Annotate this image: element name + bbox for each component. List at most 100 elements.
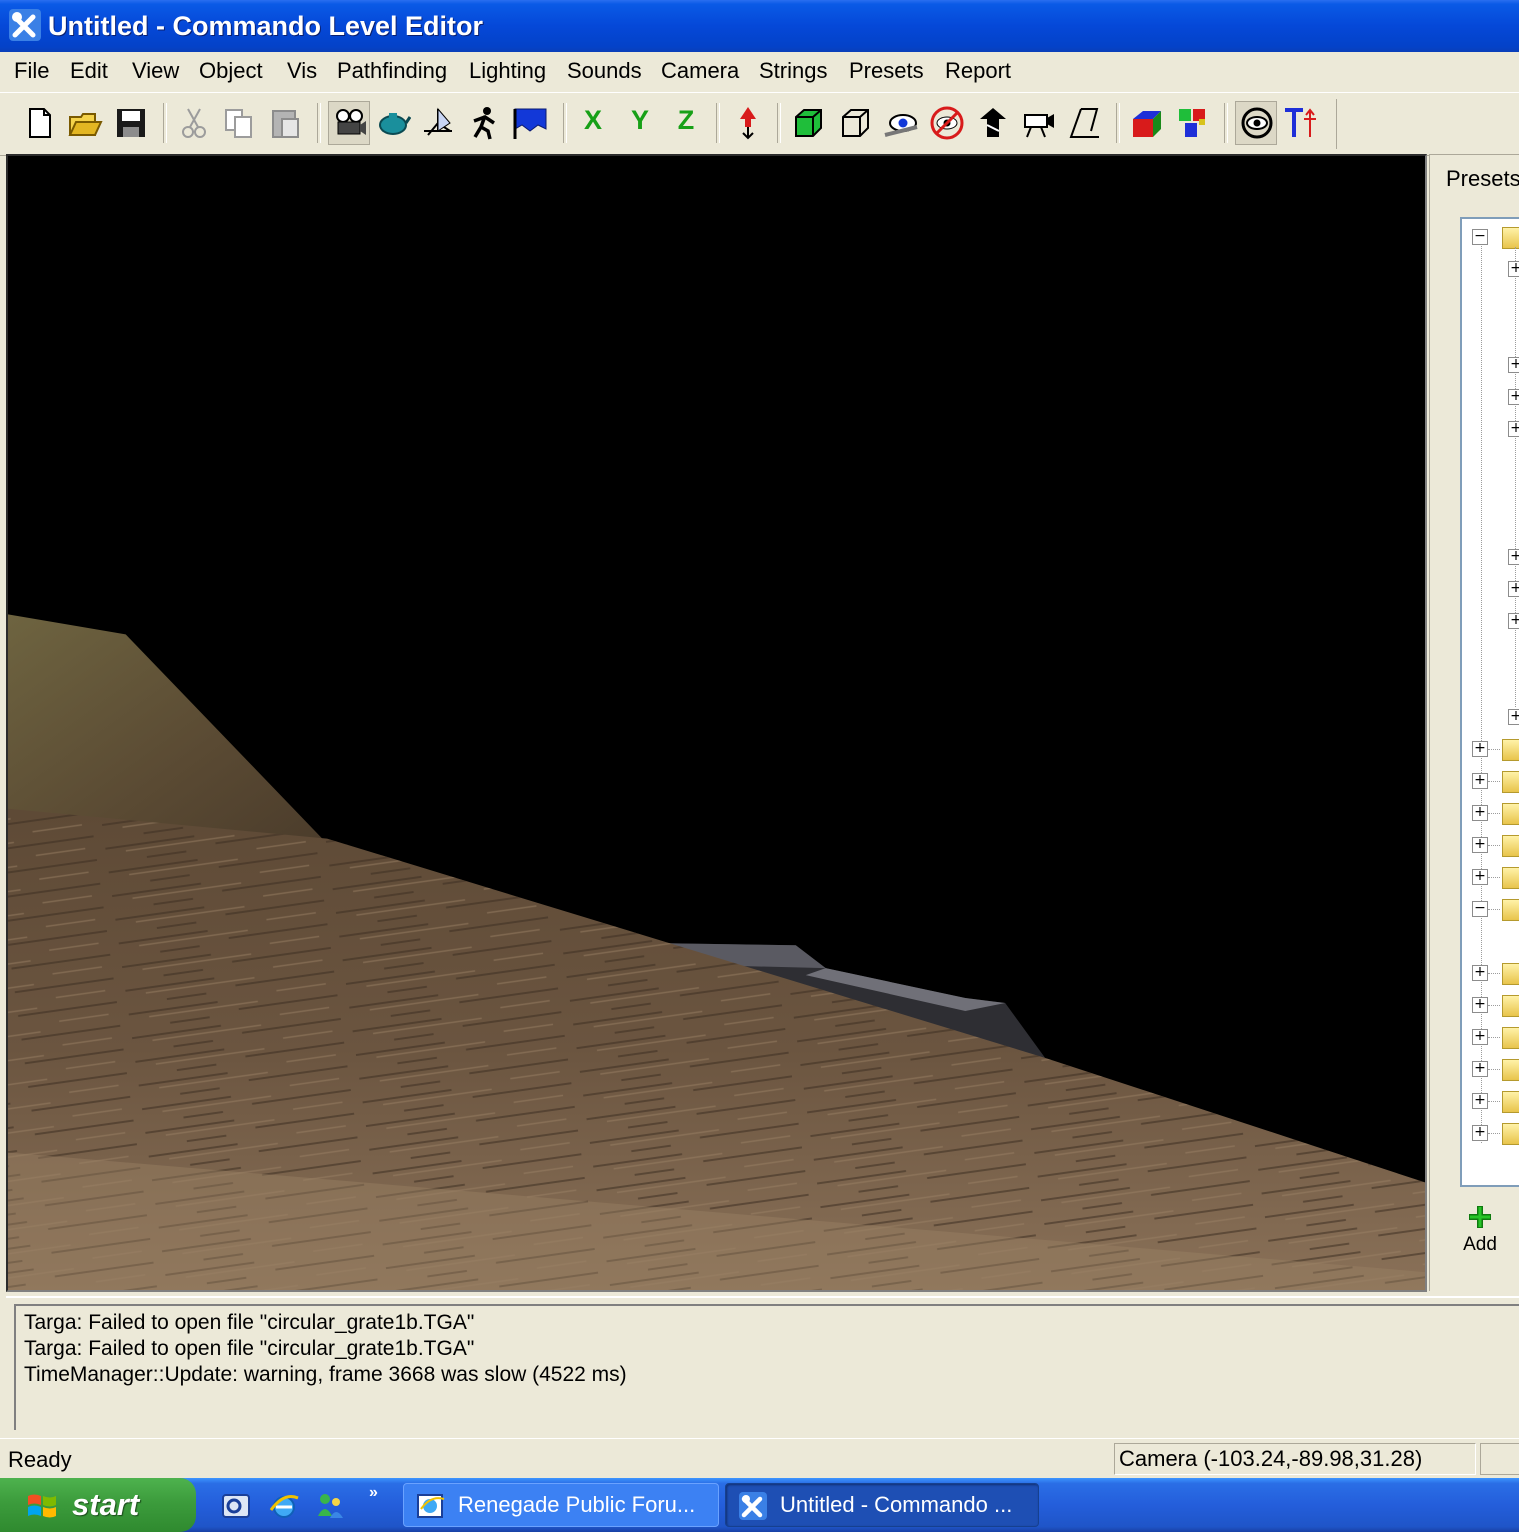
- flag-button[interactable]: [512, 105, 548, 141]
- start-button[interactable]: start: [0, 1478, 196, 1532]
- tree-line: [1488, 1133, 1500, 1134]
- tree-expand-toggle[interactable]: +: [1508, 613, 1519, 629]
- tree-expand-toggle[interactable]: +: [1472, 869, 1488, 885]
- menu-edit[interactable]: Edit: [70, 58, 108, 84]
- fly-mode-button[interactable]: [420, 105, 456, 141]
- save-icon: [117, 109, 145, 137]
- internet-explorer-icon[interactable]: [268, 1490, 300, 1522]
- vis-toggle-button[interactable]: [929, 105, 965, 141]
- copy-button[interactable]: [221, 105, 257, 141]
- new-file-button[interactable]: [22, 105, 58, 141]
- menu-presets[interactable]: Presets: [849, 58, 924, 84]
- tree-expand-toggle[interactable]: +: [1508, 261, 1519, 277]
- outlook-icon[interactable]: [220, 1490, 252, 1522]
- folder-icon[interactable]: [1502, 771, 1519, 793]
- log-line: Targa: Failed to open file "circular_gra…: [24, 1337, 475, 1360]
- taskbar-button-level-editor[interactable]: Untitled - Commando ...: [725, 1483, 1039, 1527]
- tree-expand-toggle[interactable]: +: [1508, 581, 1519, 597]
- folder-icon[interactable]: [1502, 995, 1519, 1017]
- color-cube-button[interactable]: [1129, 105, 1165, 141]
- palette-button[interactable]: [1175, 105, 1211, 141]
- status-panel: [1480, 1443, 1519, 1475]
- tree-expand-toggle[interactable]: +: [1508, 549, 1519, 565]
- tree-expand-toggle[interactable]: +: [1508, 357, 1519, 373]
- window-title: Untitled - Commando Level Editor: [48, 11, 484, 41]
- cut-button[interactable]: [176, 105, 212, 141]
- tree-expand-toggle[interactable]: +: [1508, 389, 1519, 405]
- toolbar: X Y Z: [0, 92, 1519, 156]
- wireframe-button[interactable]: [837, 105, 873, 141]
- menu-sounds[interactable]: Sounds: [567, 58, 642, 84]
- menu-pathfinding[interactable]: Pathfinding: [337, 58, 447, 84]
- add-preset-button[interactable]: Add: [1457, 1204, 1503, 1264]
- tree-expand-toggle[interactable]: +: [1472, 805, 1488, 821]
- folder-icon[interactable]: [1502, 227, 1519, 249]
- messenger-icon[interactable]: [314, 1490, 346, 1522]
- status-text: Ready: [8, 1447, 72, 1472]
- drop-to-ground-button[interactable]: [730, 105, 766, 141]
- folder-icon[interactable]: [1502, 1059, 1519, 1081]
- copy-icon: [225, 109, 252, 138]
- camera-mode-button[interactable]: [328, 101, 370, 145]
- taskbar-button-label: Renegade Public Foru...: [458, 1492, 696, 1517]
- tree-expand-toggle[interactable]: +: [1472, 1125, 1488, 1141]
- menu-lighting[interactable]: Lighting: [469, 58, 546, 84]
- tree-collapse-toggle[interactable]: −: [1472, 229, 1488, 245]
- tree-collapse-toggle[interactable]: −: [1472, 901, 1488, 917]
- save-file-button[interactable]: [113, 105, 149, 141]
- axis-x-lock[interactable]: X: [578, 105, 608, 136]
- tree-expand-toggle[interactable]: +: [1472, 1093, 1488, 1109]
- folder-icon[interactable]: [1502, 803, 1519, 825]
- tree-line: [1488, 845, 1500, 846]
- tree-line: [1488, 1005, 1500, 1006]
- paste-button[interactable]: [268, 105, 304, 141]
- axis-z-lock[interactable]: Z: [671, 105, 701, 136]
- menu-vis[interactable]: Vis: [287, 58, 317, 84]
- tree-expand-toggle[interactable]: +: [1472, 837, 1488, 853]
- view-toggle-button[interactable]: [1235, 101, 1277, 145]
- folder-icon[interactable]: [1502, 835, 1519, 857]
- tree-line: [1488, 781, 1500, 782]
- tree-expand-toggle[interactable]: +: [1472, 997, 1488, 1013]
- angle-button[interactable]: [1067, 105, 1103, 141]
- tree-expand-toggle[interactable]: +: [1508, 421, 1519, 437]
- 3d-viewport[interactable]: [6, 154, 1427, 1292]
- axis-y-lock[interactable]: Y: [625, 105, 655, 136]
- folder-icon[interactable]: [1502, 1027, 1519, 1049]
- open-file-button[interactable]: [67, 105, 103, 141]
- folder-icon[interactable]: [1502, 963, 1519, 985]
- menu-view[interactable]: View: [132, 58, 179, 84]
- tools-icon: [9, 9, 41, 41]
- menu-camera[interactable]: Camera: [661, 58, 739, 84]
- output-log[interactable]: Targa: Failed to open file "circular_gra…: [14, 1304, 1519, 1430]
- folder-icon[interactable]: [1502, 899, 1519, 921]
- folder-icon[interactable]: [1502, 739, 1519, 761]
- menu-strings[interactable]: Strings: [759, 58, 827, 84]
- object-mode-button[interactable]: [375, 105, 411, 141]
- solid-box-button[interactable]: [790, 105, 826, 141]
- menu-object[interactable]: Object: [199, 58, 263, 84]
- taskbar-button-browser[interactable]: Renegade Public Foru...: [403, 1483, 719, 1527]
- eye-view-button[interactable]: [883, 105, 919, 141]
- folder-icon[interactable]: [1502, 867, 1519, 889]
- tree-expand-toggle[interactable]: +: [1472, 773, 1488, 789]
- tree-expand-toggle[interactable]: +: [1472, 965, 1488, 981]
- folder-icon[interactable]: [1502, 1123, 1519, 1145]
- menu-report[interactable]: Report: [945, 58, 1011, 84]
- folder-icon[interactable]: [1502, 1091, 1519, 1113]
- text-tool-button[interactable]: [1282, 105, 1318, 141]
- flag-icon: [513, 108, 547, 139]
- presets-tree[interactable]: − + + + + + + + + + + + + + − + + +: [1460, 217, 1519, 1187]
- tree-expand-toggle[interactable]: +: [1472, 741, 1488, 757]
- camera-button[interactable]: [1021, 105, 1057, 141]
- toolbar-separator: [317, 103, 321, 143]
- terrain-view: [8, 156, 1425, 1290]
- quick-launch-chevron[interactable]: »: [369, 1484, 378, 1502]
- title-bar[interactable]: Untitled - Commando Level Editor: [0, 0, 1519, 52]
- walk-mode-button[interactable]: [466, 105, 502, 141]
- tree-expand-toggle[interactable]: +: [1472, 1029, 1488, 1045]
- waypoint-button[interactable]: [975, 105, 1011, 141]
- menu-file[interactable]: File: [14, 58, 49, 84]
- tree-expand-toggle[interactable]: +: [1508, 709, 1519, 725]
- tree-expand-toggle[interactable]: +: [1472, 1061, 1488, 1077]
